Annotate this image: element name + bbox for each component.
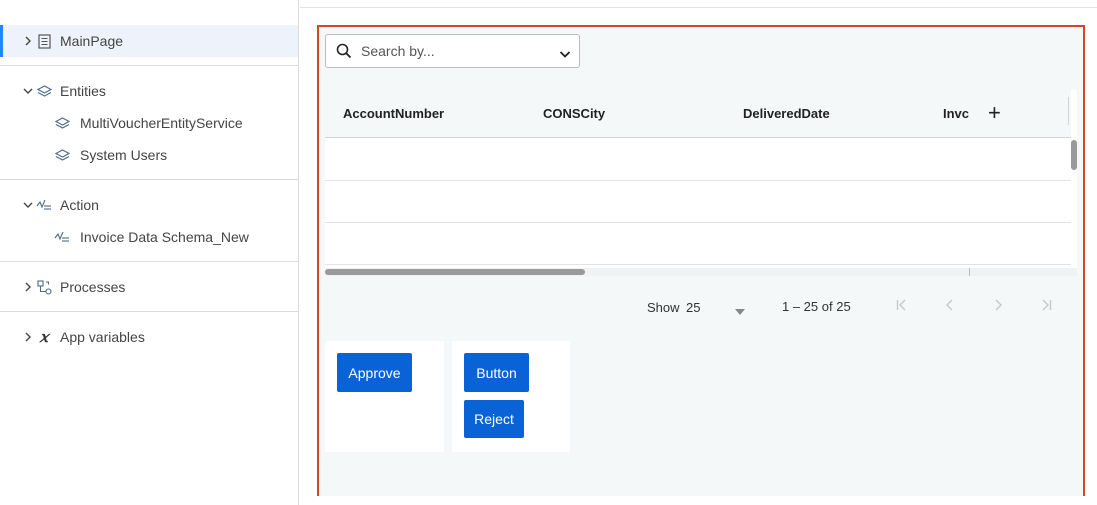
layers-icon [36, 83, 52, 99]
chevron-down-icon[interactable] [559, 46, 571, 64]
sidebar-item-label: App variables [60, 329, 145, 345]
previous-page-icon[interactable] [942, 297, 958, 313]
column-header-delivereddate[interactable]: DeliveredDate [743, 106, 830, 121]
sidebar-section-pages: MainPage [0, 0, 298, 66]
sidebar-item-label: MainPage [60, 33, 124, 49]
next-page-icon[interactable] [990, 297, 1006, 313]
add-column-icon[interactable]: + [988, 102, 1001, 124]
sidebar-section-action: Action Invoice Data Schema_New [0, 180, 298, 262]
app-root: MainPage Entities MultiVoucherEntityServ… [0, 0, 1097, 505]
horizontal-scrollbar[interactable] [325, 268, 1077, 276]
button-container-actions[interactable]: Button Reject [452, 341, 570, 452]
sidebar-item-processes[interactable]: Processes [0, 271, 298, 303]
scrollbar-marker [969, 268, 970, 276]
sidebar: MainPage Entities MultiVoucherEntityServ… [0, 0, 299, 505]
button-container-approve[interactable]: Approve [325, 341, 444, 452]
sidebar-item-label: MultiVoucherEntityService [80, 115, 243, 131]
sidebar-item-system-users[interactable]: System Users [0, 139, 298, 171]
table-row[interactable] [325, 139, 1071, 181]
page-size-select[interactable]: 25 [686, 300, 700, 315]
canvas-footer [300, 496, 1097, 505]
pagination: Show 25 1 – 25 of 25 [319, 291, 1083, 321]
action-icon [36, 197, 52, 213]
chevron-right-icon[interactable] [23, 332, 33, 342]
vertical-scrollbar-thumb[interactable] [1071, 140, 1077, 170]
design-canvas[interactable]: AccountNumber CONSCity DeliveredDate Inv… [317, 25, 1085, 497]
sidebar-item-label: Action [60, 197, 99, 213]
vertical-scrollbar[interactable] [1071, 138, 1077, 271]
reject-button[interactable]: Reject [464, 400, 524, 438]
sidebar-item-multivoucherentityservice[interactable]: MultiVoucherEntityService [0, 107, 298, 139]
first-page-icon[interactable] [894, 297, 910, 313]
last-page-icon[interactable] [1038, 297, 1054, 313]
sidebar-section-entities: Entities MultiVoucherEntityService Syste… [0, 66, 298, 180]
page-size-label: Show [647, 300, 680, 315]
chevron-right-icon[interactable] [23, 282, 33, 292]
layers-icon [54, 147, 70, 163]
sidebar-item-invoice-data-schema-new[interactable]: Invoice Data Schema_New [0, 221, 298, 253]
data-grid: AccountNumber CONSCity DeliveredDate Inv… [325, 90, 1077, 276]
process-icon [36, 279, 52, 295]
column-header-conscity[interactable]: CONSCity [543, 106, 605, 121]
top-divider [300, 7, 1097, 8]
column-header-invc[interactable]: Invc [943, 106, 971, 121]
table-row[interactable] [325, 181, 1071, 223]
sidebar-item-mainpage[interactable]: MainPage [0, 25, 298, 57]
layers-icon [54, 115, 70, 131]
horizontal-scrollbar-thumb[interactable] [325, 269, 585, 275]
sidebar-item-entities[interactable]: Entities [0, 75, 298, 107]
chevron-down-icon[interactable] [23, 200, 33, 210]
page-icon [36, 33, 52, 49]
header-divider [1068, 97, 1069, 125]
variable-icon: 𝑥 [39, 328, 49, 346]
sidebar-item-label: Entities [60, 83, 106, 99]
sidebar-item-label: Processes [60, 279, 126, 295]
sidebar-item-app-variables[interactable]: 𝑥 App variables [0, 321, 298, 353]
sidebar-item-label: Invoice Data Schema_New [80, 229, 249, 245]
caret-down-icon[interactable] [735, 303, 745, 318]
generic-button[interactable]: Button [464, 353, 529, 392]
sidebar-section-app-variables: 𝑥 App variables [0, 312, 298, 353]
search-icon [336, 43, 352, 64]
sidebar-item-label: System Users [80, 147, 168, 163]
sidebar-item-action[interactable]: Action [0, 189, 298, 221]
chevron-down-icon[interactable] [23, 86, 33, 96]
table-row[interactable] [325, 223, 1071, 265]
approve-button[interactable]: Approve [337, 353, 412, 392]
column-header-accountnumber[interactable]: AccountNumber [343, 106, 444, 121]
grid-header: AccountNumber CONSCity DeliveredDate Inv… [325, 90, 1071, 138]
search-input[interactable] [361, 43, 541, 59]
action-icon [54, 229, 70, 245]
chevron-right-icon[interactable] [23, 36, 33, 46]
search-box[interactable] [325, 34, 580, 68]
sidebar-section-processes: Processes [0, 262, 298, 312]
page-range: 1 – 25 of 25 [782, 299, 851, 314]
